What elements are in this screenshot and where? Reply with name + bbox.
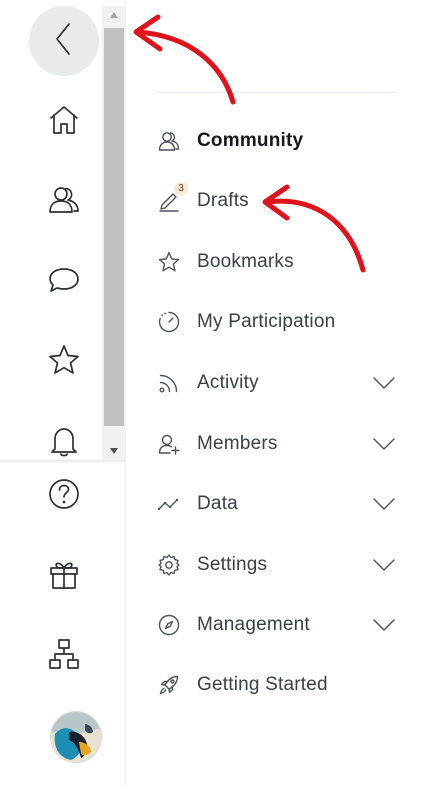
menu-item-bookmarks[interactable]: Bookmarks — [156, 240, 402, 284]
hierarchy-icon — [47, 637, 81, 676]
expand-chevron-down-icon[interactable] — [372, 492, 396, 516]
rail-messages-button[interactable] — [40, 258, 88, 306]
menu-item-members[interactable]: Members — [156, 422, 402, 466]
rail-community-button[interactable] — [40, 178, 88, 226]
drafts-count-badge: 3 — [174, 182, 188, 196]
rail-gifts-button[interactable] — [40, 552, 88, 600]
back-button[interactable] — [29, 6, 99, 76]
gauge-icon — [156, 309, 182, 335]
menu-item-settings[interactable]: Settings — [156, 543, 402, 587]
annotation-arrow-back — [133, 14, 236, 105]
home-icon — [47, 103, 81, 142]
help-circle-icon — [47, 477, 81, 516]
rail-notifications-button[interactable] — [40, 418, 88, 466]
rss-icon — [156, 370, 182, 396]
compass-icon — [156, 612, 182, 638]
rocket-icon — [156, 672, 182, 698]
menu-item-management[interactable]: Management — [156, 603, 402, 647]
icon-rail — [0, 0, 126, 786]
bell-icon — [47, 423, 81, 462]
menu-item-community[interactable]: Community — [156, 119, 402, 163]
menu-item-label: Management — [197, 614, 310, 635]
chat-bubble-icon — [47, 263, 81, 302]
user-avatar[interactable] — [50, 711, 102, 763]
menu-item-getting-started[interactable]: Getting Started — [156, 663, 402, 707]
star-icon — [156, 249, 182, 275]
rail-scrollbar[interactable] — [102, 6, 126, 460]
page: Community 3 Drafts Bookmarks My Particip… — [0, 0, 428, 786]
scrollbar-thumb[interactable] — [104, 28, 124, 426]
menu-item-label: Members — [197, 433, 278, 454]
menu-item-label: My Participation — [197, 311, 336, 332]
rail-structure-button[interactable] — [40, 632, 88, 680]
menu-item-label: Getting Started — [197, 674, 328, 695]
rail-shade-divider — [0, 460, 126, 464]
rail-favorites-button[interactable] — [40, 338, 88, 386]
expand-chevron-down-icon[interactable] — [372, 432, 396, 456]
menu-item-label: Drafts — [197, 190, 249, 211]
expand-chevron-down-icon[interactable] — [372, 553, 396, 577]
rail-help-button[interactable] — [40, 472, 88, 520]
menu-item-data[interactable]: Data — [156, 482, 402, 526]
menu-item-label: Community — [197, 130, 304, 151]
pencil-icon: 3 — [156, 182, 188, 214]
people-icon — [156, 128, 182, 154]
scroll-up-button[interactable] — [102, 6, 126, 24]
add-member-icon — [156, 431, 182, 457]
menu-item-label: Data — [197, 493, 238, 514]
expand-chevron-down-icon[interactable] — [372, 371, 396, 395]
expand-chevron-down-icon[interactable] — [372, 613, 396, 637]
people-icon — [47, 183, 81, 222]
scroll-down-button[interactable] — [102, 442, 126, 460]
menu-item-activity[interactable]: Activity — [156, 361, 402, 405]
trend-line-icon — [156, 491, 182, 517]
menu-item-label: Bookmarks — [197, 251, 294, 272]
menu-top-divider — [156, 92, 398, 93]
rail-home-button[interactable] — [40, 98, 88, 146]
menu-item-label: Settings — [197, 554, 268, 575]
menu-item-drafts[interactable]: 3 Drafts — [156, 179, 402, 223]
menu-item-my-participation[interactable]: My Participation — [156, 300, 402, 344]
gift-icon — [47, 557, 81, 596]
chevron-left-icon — [50, 21, 78, 62]
star-icon — [47, 343, 81, 382]
gear-icon — [156, 552, 182, 578]
menu-item-label: Activity — [197, 372, 259, 393]
